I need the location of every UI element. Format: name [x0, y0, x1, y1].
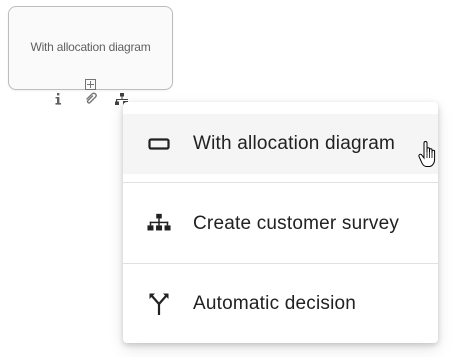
- attachment-icon[interactable]: [84, 92, 98, 106]
- menu-item-with-allocation-diagram[interactable]: With allocation diagram: [123, 114, 438, 174]
- menu-divider: [123, 263, 438, 264]
- merge-split-arrows-icon: [147, 292, 171, 316]
- menu-item-create-customer-survey[interactable]: Create customer survey: [123, 194, 438, 254]
- object-type-menu: With allocation diagram Create customer …: [123, 102, 438, 343]
- process-shape-label: With allocation diagram: [30, 40, 151, 54]
- process-shape[interactable]: With allocation diagram: [8, 6, 173, 90]
- menu-divider: [123, 182, 438, 183]
- info-icon[interactable]: [51, 92, 65, 106]
- menu-item-automatic-decision[interactable]: Automatic decision: [123, 274, 438, 334]
- menu-item-label: Automatic decision: [193, 293, 357, 314]
- plus-square-icon[interactable]: [85, 77, 96, 90]
- rectangle-outline-icon: [147, 132, 171, 156]
- menu-item-label: Create customer survey: [193, 213, 400, 234]
- org-hierarchy-icon: [147, 212, 171, 236]
- menu-item-label: With allocation diagram: [193, 133, 396, 154]
- diagram-canvas: With allocation diagram With allocation …: [0, 0, 456, 357]
